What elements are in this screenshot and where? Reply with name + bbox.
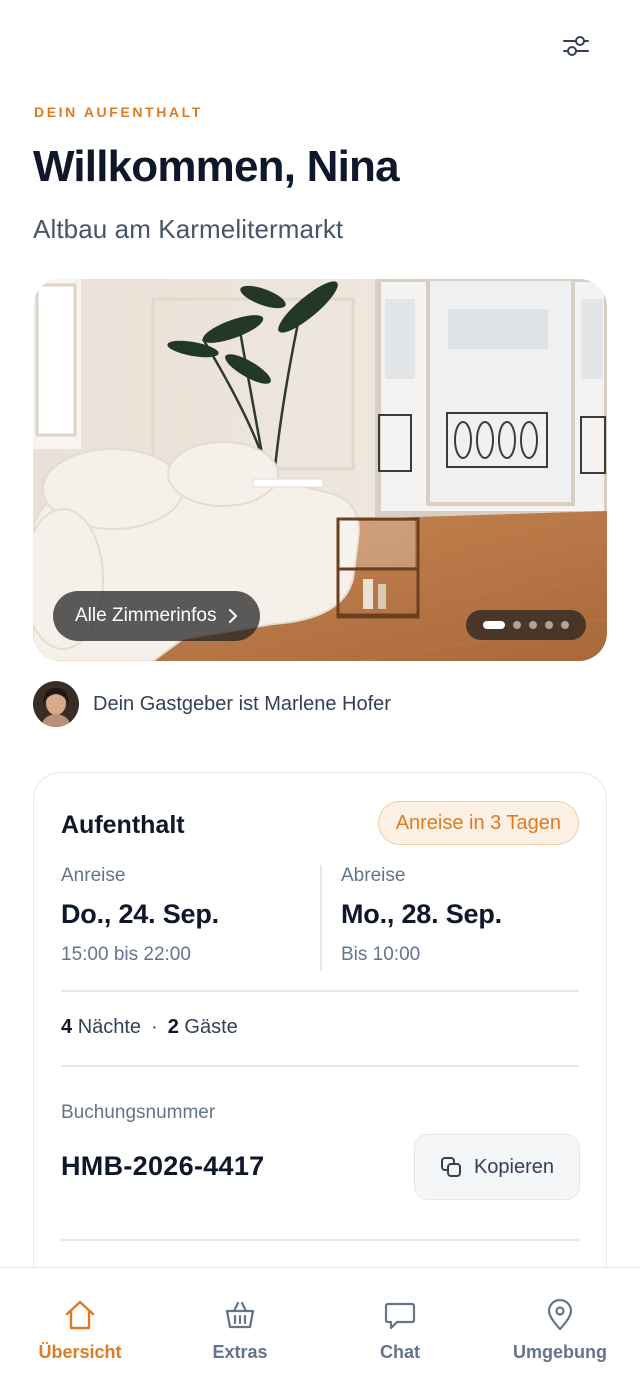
tab-surroundings[interactable]: Umgebung [480, 1268, 640, 1385]
arrival-label: Anreise [61, 865, 126, 886]
avatar [33, 681, 79, 727]
room-info-label: Alle Zimmerinfos [75, 605, 217, 626]
tab-label: Übersicht [38, 1342, 122, 1362]
carousel-pagination[interactable] [466, 610, 586, 640]
copy-button[interactable]: Kopieren [414, 1134, 580, 1200]
tab-label: Chat [380, 1342, 420, 1362]
basket-icon [225, 1301, 255, 1329]
guests-label: Gäste [184, 1016, 238, 1038]
copy-icon [440, 1157, 461, 1177]
departure-date: Mo., 28. Sep. [341, 899, 502, 929]
chevron-right-icon [229, 609, 238, 623]
tab-label: Extras [212, 1342, 268, 1362]
room-photo-carousel[interactable]: Alle Zimmerinfos [33, 279, 607, 661]
property-name: Altbau am Karmelitermarkt [33, 214, 344, 244]
departure-block: Abreise Mo., 28. Sep. Bis 10:00 [341, 865, 502, 966]
card-title: Aufenthalt [61, 811, 185, 839]
booking-number-label: Buchungsnummer [61, 1102, 216, 1123]
host-row[interactable]: Dein Gastgeber ist Marlene Hofer [33, 681, 391, 727]
room-info-button[interactable]: Alle Zimmerinfos [53, 591, 261, 641]
departure-label: Abreise [341, 865, 406, 886]
filter-button[interactable] [556, 26, 596, 66]
booking-number: HMB-2026-4417 [61, 1151, 265, 1181]
copy-label: Kopieren [473, 1155, 555, 1178]
page-title: Willkommen, Nina [33, 142, 400, 191]
divider [61, 990, 579, 992]
sliders-icon [563, 36, 589, 56]
arrival-time: 15:00 bis 22:00 [61, 944, 191, 965]
nights-label: Nächte [77, 1016, 142, 1038]
carousel-dot[interactable] [529, 621, 537, 629]
carousel-dot-active[interactable] [483, 621, 505, 629]
status-badge: Anreise in 3 Tagen [377, 801, 579, 845]
section-eyebrow: DEIN AUFENTHALT [34, 104, 203, 120]
tab-extras[interactable]: Extras [160, 1268, 320, 1385]
guests-count: 2 [167, 1016, 179, 1038]
stay-card: Aufenthalt Anreise in 3 Tagen Anreise Do… [33, 772, 607, 1292]
tab-chat[interactable]: Chat [320, 1268, 480, 1385]
divider [61, 1065, 579, 1067]
nights-count: 4 [61, 1016, 73, 1038]
stay-summary: 4 Nächte · 2 Gäste [61, 1016, 238, 1039]
carousel-dot[interactable] [513, 621, 521, 629]
tab-overview[interactable]: Übersicht [0, 1268, 160, 1385]
carousel-dot[interactable] [561, 621, 569, 629]
chat-icon [384, 1302, 416, 1330]
home-icon [65, 1300, 95, 1330]
carousel-dot[interactable] [545, 621, 553, 629]
departure-time: Bis 10:00 [341, 944, 421, 965]
separator-dot: · [151, 1016, 158, 1038]
tab-label: Umgebung [513, 1342, 607, 1362]
location-pin-icon [547, 1298, 573, 1331]
host-label: Dein Gastgeber ist Marlene Hofer [93, 692, 391, 715]
arrival-block: Anreise Do., 24. Sep. 15:00 bis 22:00 [61, 865, 219, 966]
divider [320, 865, 322, 971]
divider [61, 1239, 579, 1241]
arrival-date: Do., 24. Sep. [61, 899, 219, 929]
bottom-tab-bar: Übersicht Extras Chat Umgebung [0, 1267, 640, 1385]
